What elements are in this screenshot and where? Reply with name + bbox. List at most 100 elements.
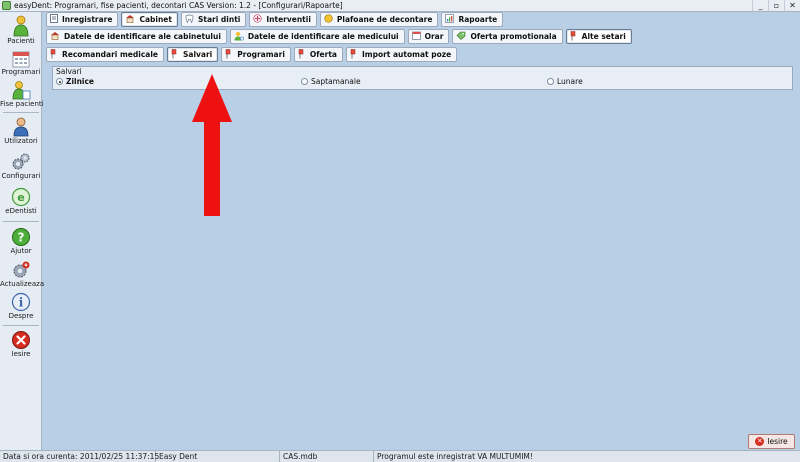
tab-identificare-cabinet[interactable]: Datele de identificare ale cabinetului — [46, 29, 227, 44]
status-app-name: Easy Dent — [156, 451, 280, 462]
sidebar-item-programari[interactable]: Programari — [0, 50, 42, 76]
sidebar-item-label: eDentisti — [5, 207, 37, 215]
alte-setari-subtabs: Recomandari medicale Salvari Programari … — [46, 47, 458, 62]
sidebar-item-label: Actualizeaza — [0, 280, 45, 288]
window-title: easyDent: Programari, fise pacienti, dec… — [14, 1, 343, 10]
window-controls: _ ▫ ✕ — [752, 0, 800, 11]
patient-files-icon — [12, 81, 31, 100]
sidebar-item-despre[interactable]: i Despre — [0, 292, 42, 320]
tab-label: Orar — [424, 32, 444, 41]
sidebar-item-label: Iesire — [11, 350, 31, 358]
tab-cabinet[interactable]: Cabinet — [121, 12, 178, 27]
users-icon — [13, 117, 29, 137]
sidebar-item-actualizeaza[interactable]: Actualizeaza — [0, 260, 45, 288]
radio-label: Zilnice — [66, 77, 95, 86]
intervention-icon — [253, 14, 263, 25]
tab-oferta[interactable]: Oferta — [293, 47, 343, 62]
pin-icon — [225, 48, 233, 61]
status-bar: Data si ora curenta: 2011/02/25 11:37:15… — [0, 450, 800, 462]
exit-button[interactable]: ✕ Iesire — [748, 434, 795, 449]
tab-orar[interactable]: Orar — [407, 29, 450, 44]
tab-label: Import automat poze — [361, 50, 452, 59]
pin-icon — [171, 48, 179, 61]
sidebar-divider — [3, 112, 39, 113]
svg-text:i: i — [19, 296, 24, 310]
sidebar-item-iesire[interactable]: Iesire — [0, 330, 42, 358]
sidebar-item-label: Configurari — [1, 172, 41, 180]
tab-recomandari-medicale[interactable]: Recomandari medicale — [46, 47, 164, 62]
close-button[interactable]: ✕ — [784, 0, 800, 11]
tab-label: Alte setari — [581, 32, 626, 41]
update-icon — [13, 261, 30, 278]
info-icon: i — [11, 292, 31, 312]
schedule-icon — [411, 31, 421, 42]
tab-rapoarte[interactable]: Rapoarte — [441, 12, 504, 27]
radio-label: Saptamanale — [311, 77, 361, 86]
tab-oferta-promotionala[interactable]: Oferta promotionala — [452, 29, 563, 44]
sidebar-item-label: Despre — [8, 312, 34, 320]
sidebar: Pacienti Programari Fise pacienti Utiliz… — [0, 12, 45, 450]
tab-label: Oferta — [309, 50, 337, 59]
tab-label: Inregistrare — [62, 15, 113, 24]
app-logo-icon — [2, 1, 11, 10]
sidebar-item-configurari[interactable]: Configurari — [0, 152, 42, 180]
red-arrow-annotation — [192, 74, 232, 216]
tab-salvari[interactable]: Salvari — [167, 47, 219, 62]
tab-label: Recomandari medicale — [62, 50, 158, 59]
tab-import-automat-poze[interactable]: Import automat poze — [345, 47, 458, 62]
tab-inregistrare[interactable]: Inregistrare — [46, 12, 119, 27]
doctor-id-icon — [234, 31, 244, 43]
sidebar-item-fise-pacienti[interactable]: Fise pacienti — [0, 80, 44, 108]
title-bar: easyDent: Programari, fise pacienti, dec… — [0, 0, 800, 12]
radio-dot — [56, 78, 63, 85]
patients-icon — [13, 15, 29, 37]
tab-plafoane-de-decontare[interactable]: Plafoane de decontare — [319, 12, 439, 27]
tab-label: Interventii — [266, 15, 311, 24]
tab-label: Plafoane de decontare — [336, 15, 433, 24]
cabinet-id-icon — [50, 31, 60, 42]
coins-icon — [324, 14, 333, 25]
radio-saptamanale[interactable]: Saptamanale — [301, 77, 361, 86]
gears-icon — [12, 153, 30, 170]
sidebar-divider — [3, 221, 39, 222]
report-icon — [445, 14, 455, 25]
minimize-button[interactable]: _ — [752, 0, 768, 11]
sidebar-item-label: Fise pacienti — [0, 100, 44, 108]
tab-alte-setari[interactable]: Alte setari — [565, 29, 632, 44]
status-datetime: Data si ora curenta: 2011/02/25 11:37:15 — [0, 451, 159, 462]
sidebar-item-label: Ajutor — [10, 247, 32, 255]
radio-lunare[interactable]: Lunare — [547, 77, 583, 86]
cabinet-subtabs: Datele de identificare ale cabinetului D… — [46, 29, 632, 44]
tab-interventii[interactable]: Interventii — [249, 12, 317, 27]
svg-text:?: ? — [18, 231, 25, 245]
tab-identificare-medic[interactable]: Datele de identificare ale medicului — [229, 29, 405, 44]
calendar-icon — [12, 51, 30, 68]
tooth-icon — [185, 14, 194, 25]
document-icon — [50, 14, 58, 25]
tab-label: Oferta promotionala — [470, 32, 557, 41]
svg-text:e: e — [17, 191, 24, 204]
restore-button[interactable]: ▫ — [768, 0, 784, 11]
settings-pin-icon — [570, 30, 578, 43]
tab-stari-dinti[interactable]: Stari dinti — [180, 12, 247, 27]
tab-programari[interactable]: Programari — [221, 47, 291, 62]
tab-label: Cabinet — [139, 15, 172, 24]
sidebar-item-utilizatori[interactable]: Utilizatori — [0, 117, 42, 145]
pin-icon — [50, 48, 58, 61]
cabinet-icon — [125, 14, 135, 25]
tab-label: Datele de identificare ale medicului — [247, 32, 399, 41]
radio-dot — [301, 78, 308, 85]
status-registration: Programul este inregistrat VA MULTUMIM! — [377, 452, 533, 461]
main-tabs: Inregistrare Cabinet Stari dinti Interve… — [46, 12, 504, 27]
sidebar-item-pacienti[interactable]: Pacienti — [0, 15, 42, 45]
tab-label: Salvari — [183, 50, 213, 59]
radio-label: Lunare — [557, 77, 583, 86]
radio-zilnice[interactable]: Zilnice — [56, 77, 94, 86]
sidebar-item-edentisti[interactable]: e eDentisti — [0, 187, 42, 215]
tab-label: Rapoarte — [458, 15, 498, 24]
sidebar-divider — [3, 325, 39, 326]
sidebar-item-ajutor[interactable]: ? Ajutor — [0, 227, 42, 255]
sidebar-item-label: Pacienti — [7, 37, 35, 45]
sidebar-item-label: Programari — [1, 68, 41, 76]
pin-icon — [298, 48, 306, 61]
